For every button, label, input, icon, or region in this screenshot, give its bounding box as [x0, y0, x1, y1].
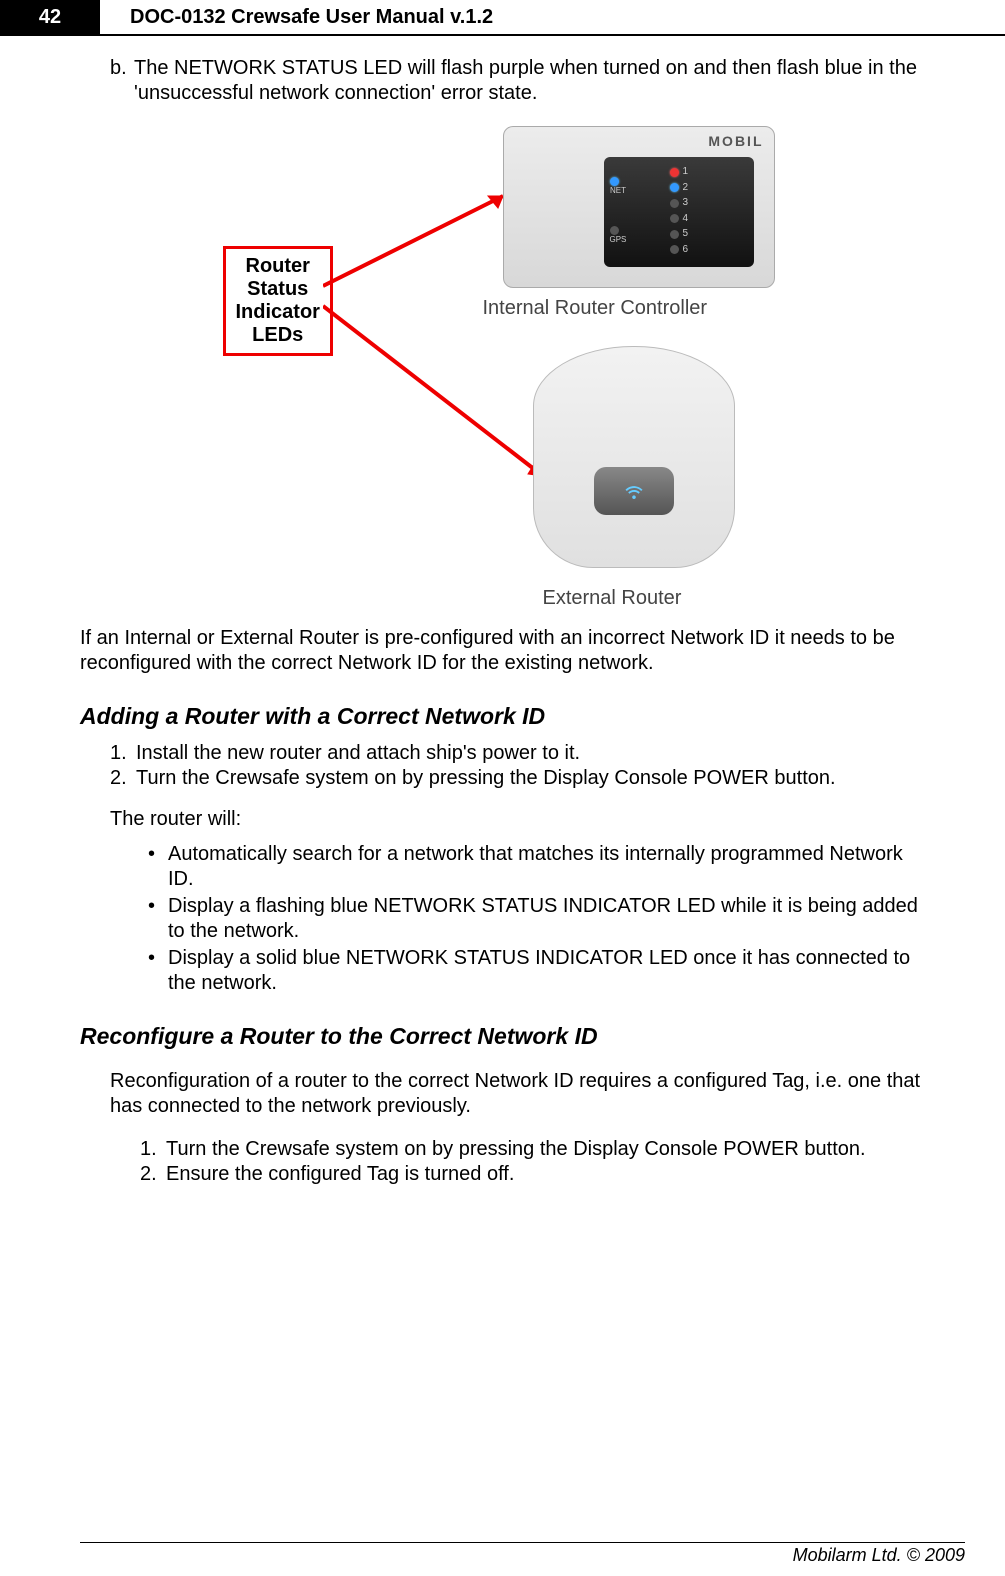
bullet-list: Automatically search for a network that …	[148, 842, 925, 996]
callout-line: LEDs	[236, 324, 320, 347]
list-item: 1.Turn the Crewsafe system on by pressin…	[140, 1137, 925, 1162]
external-router-device	[533, 346, 735, 568]
net-led-icon	[610, 177, 619, 186]
status-led-icon	[670, 199, 679, 208]
gps-led-icon	[610, 226, 619, 235]
list-marker: b.	[110, 56, 134, 106]
list-item-text: Ensure the configured Tag is turned off.	[166, 1162, 514, 1187]
list-item-text: Display a solid blue NETWORK STATUS INDI…	[168, 946, 925, 996]
ordered-list: 1.Install the new router and attach ship…	[110, 741, 925, 791]
list-item-text: Turn the Crewsafe system on by pressing …	[166, 1137, 866, 1162]
page: 42 DOC-0132 Crewsafe User Manual v.1.2 b…	[0, 0, 1005, 1576]
router-figure: Router Status Indicator LEDs MOBIL	[223, 126, 783, 606]
list-marker: 2.	[110, 766, 136, 791]
status-led-icon	[670, 183, 679, 192]
callout-box: Router Status Indicator LEDs	[223, 246, 333, 356]
external-router-wrap	[503, 346, 783, 576]
bullet-icon	[148, 842, 168, 892]
led-number: 6	[683, 244, 689, 257]
led-number: 3	[683, 197, 689, 210]
list-item-text: Display a flashing blue NETWORK STATUS I…	[168, 894, 925, 944]
bullet-icon	[148, 894, 168, 944]
list-item: Display a solid blue NETWORK STATUS INDI…	[148, 946, 925, 996]
internal-router-label: Internal Router Controller	[483, 296, 708, 321]
paragraph: If an Internal or External Router is pre…	[80, 626, 925, 676]
page-header: 42 DOC-0132 Crewsafe User Manual v.1.2	[0, 0, 1005, 36]
wifi-icon	[622, 479, 646, 503]
list-item: Display a flashing blue NETWORK STATUS I…	[148, 894, 925, 944]
list-marker: 2.	[140, 1162, 166, 1187]
footer-text: Mobilarm Ltd. © 2009	[793, 1545, 965, 1565]
list-item-text: The NETWORK STATUS LED will flash purple…	[134, 56, 925, 106]
status-led-icon	[670, 168, 679, 177]
callout-line: Router	[236, 255, 320, 278]
document-title: DOC-0132 Crewsafe User Manual v.1.2	[100, 0, 493, 34]
list-item: 2.Ensure the configured Tag is turned of…	[140, 1162, 925, 1187]
paragraph: Reconfiguration of a router to the corre…	[110, 1069, 925, 1119]
list-item: Automatically search for a network that …	[148, 842, 925, 892]
led-number: 4	[683, 213, 689, 226]
external-router-window	[594, 467, 674, 515]
list-item-text: Turn the Crewsafe system on by pressing …	[136, 766, 836, 791]
external-router-label: External Router	[543, 586, 682, 611]
list-item-text: Install the new router and attach ship's…	[136, 741, 580, 766]
status-led-icon	[670, 245, 679, 254]
section-heading: Adding a Router with a Correct Network I…	[80, 702, 925, 731]
paragraph: The router will:	[110, 807, 925, 832]
led-number: 5	[683, 228, 689, 241]
arrow-icon	[323, 186, 523, 306]
list-item-text: Automatically search for a network that …	[168, 842, 925, 892]
bullet-icon	[148, 946, 168, 996]
status-led-icon	[670, 230, 679, 239]
device-brand-label: MOBIL	[708, 133, 763, 151]
net-label: NET	[610, 186, 627, 196]
page-number: 42	[0, 0, 100, 34]
list-item: 1.Install the new router and attach ship…	[110, 741, 925, 766]
page-footer: Mobilarm Ltd. © 2009	[80, 1542, 965, 1566]
list-item-b: b. The NETWORK STATUS LED will flash pur…	[110, 56, 925, 106]
section-heading: Reconfigure a Router to the Correct Netw…	[80, 1022, 925, 1051]
page-content: b. The NETWORK STATUS LED will flash pur…	[0, 36, 1005, 1187]
list-item: 2.Turn the Crewsafe system on by pressin…	[110, 766, 925, 791]
list-marker: 1.	[140, 1137, 166, 1162]
status-led-icon	[670, 214, 679, 223]
led-number: 2	[683, 182, 689, 195]
internal-router-device: MOBIL NET GPS	[503, 126, 775, 288]
led-panel: NET GPS 1 2 3 4 5	[604, 157, 754, 267]
callout-line: Indicator	[236, 301, 320, 324]
led-number: 1	[683, 166, 689, 179]
list-marker: 1.	[110, 741, 136, 766]
ordered-list: 1.Turn the Crewsafe system on by pressin…	[140, 1137, 925, 1187]
gps-label: GPS	[610, 235, 627, 245]
figure-wrap: Router Status Indicator LEDs MOBIL	[80, 126, 925, 606]
callout-line: Status	[236, 278, 320, 301]
